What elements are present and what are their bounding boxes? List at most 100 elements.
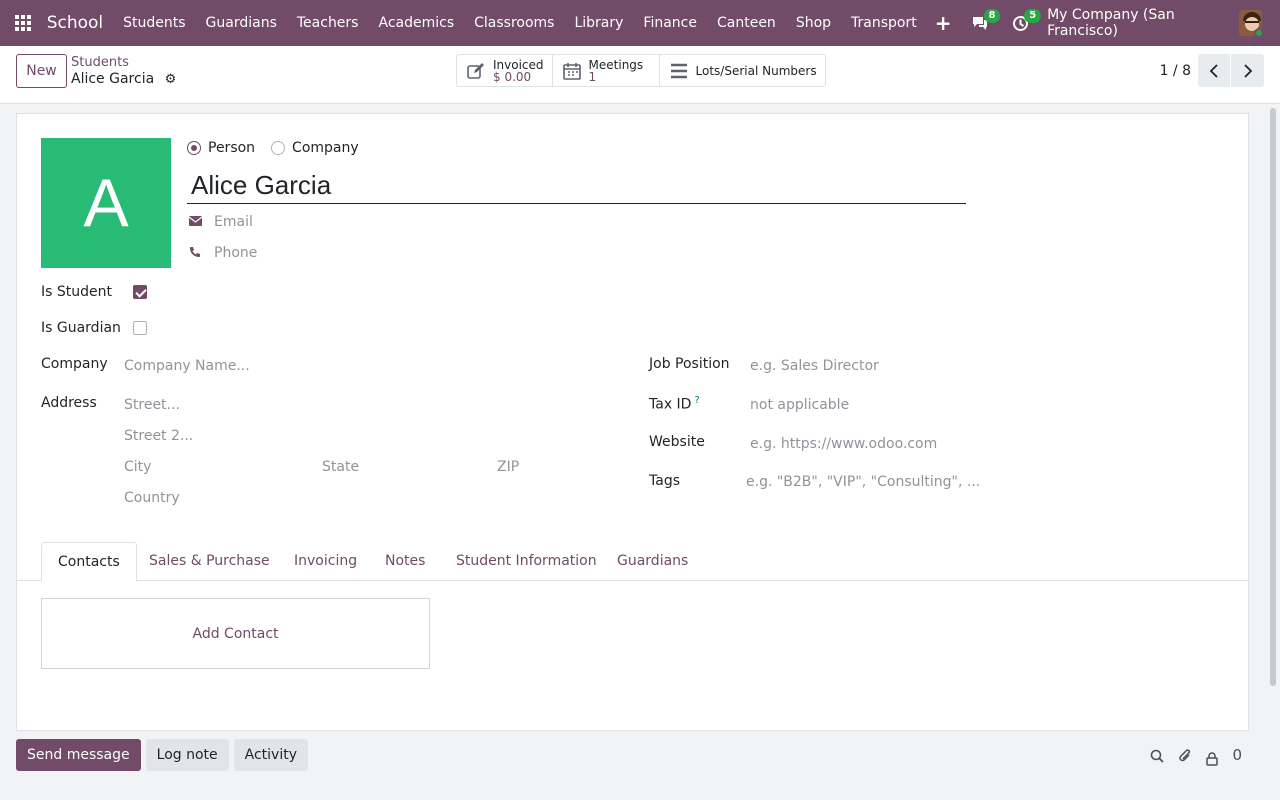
tags-field[interactable]: e.g. "B2B", "VIP", "Consulting", ... xyxy=(746,474,980,490)
messages-icon[interactable]: 8 xyxy=(960,0,1001,46)
gear-icon[interactable]: ⚙ xyxy=(165,72,177,87)
street-field[interactable]: Street... xyxy=(124,397,180,413)
meetings-value: 1 xyxy=(588,69,597,84)
is-guardian-label: Is Guardian xyxy=(41,320,121,336)
website-field[interactable]: e.g. https://www.odoo.com xyxy=(750,436,937,452)
tab-guardians[interactable]: Guardians xyxy=(601,542,704,581)
notebook-tabs: Contacts Sales & Purchase Invoicing Note… xyxy=(17,542,1248,582)
activities-icon[interactable]: 5 xyxy=(1000,0,1042,46)
pager-value[interactable]: 1 / 8 xyxy=(1160,63,1191,79)
followers-button[interactable]: 0 xyxy=(1206,746,1242,770)
new-button[interactable]: New xyxy=(16,54,67,88)
plus-icon[interactable]: + xyxy=(927,11,960,35)
job-position-field[interactable]: e.g. Sales Director xyxy=(750,358,879,374)
company-type-selector: Person Company xyxy=(187,140,375,156)
control-panel: New Students Alice Garcia ⚙ Invoiced $ 0… xyxy=(0,46,1280,104)
city-field[interactable]: City xyxy=(124,459,151,475)
app-brand[interactable]: School xyxy=(47,13,103,33)
invoiced-smart-button[interactable]: Invoiced $ 0.00 xyxy=(457,55,553,86)
lock-icon xyxy=(1206,752,1219,766)
phone-field[interactable]: Phone xyxy=(214,245,257,261)
menu-shop[interactable]: Shop xyxy=(786,0,841,46)
is-student-checkbox[interactable] xyxy=(133,285,147,299)
menu-library[interactable]: Library xyxy=(564,0,633,46)
pencil-square-icon xyxy=(465,60,487,82)
meetings-smart-button[interactable]: Meetings 1 xyxy=(553,55,660,86)
street2-field[interactable]: Street 2... xyxy=(124,428,193,444)
menu-teachers[interactable]: Teachers xyxy=(287,0,369,46)
tab-student-information[interactable]: Student Information xyxy=(440,542,613,581)
name-input[interactable]: Alice Garcia xyxy=(187,166,966,204)
tab-sales-purchase[interactable]: Sales & Purchase xyxy=(133,542,286,581)
lots-label: Lots/Serial Numbers xyxy=(695,63,817,78)
pager-buttons xyxy=(1198,54,1264,87)
person-radio-label[interactable]: Person xyxy=(208,140,255,156)
country-field[interactable]: Country xyxy=(124,490,180,506)
menu-canteen[interactable]: Canteen xyxy=(707,0,786,46)
menu-guardians[interactable]: Guardians xyxy=(196,0,287,46)
menu-academics[interactable]: Academics xyxy=(368,0,464,46)
add-contact-button[interactable]: Add Contact xyxy=(41,598,430,669)
user-avatar[interactable] xyxy=(1238,10,1263,36)
invoiced-label: Invoiced xyxy=(493,57,544,72)
chatter-actions: Send message Log note Activity xyxy=(16,739,313,771)
calendar-icon xyxy=(561,60,583,82)
chevron-right-icon xyxy=(1243,63,1252,78)
activities-badge: 5 xyxy=(1024,9,1042,23)
job-position-label: Job Position xyxy=(649,356,730,372)
company-radio[interactable] xyxy=(271,141,286,155)
tab-notes[interactable]: Notes xyxy=(369,542,441,581)
breadcrumb-current-label: Alice Garcia xyxy=(71,71,155,87)
company-field[interactable]: Company Name... xyxy=(124,358,250,374)
is-student-label: Is Student xyxy=(41,284,112,300)
chevron-left-icon xyxy=(1209,63,1218,78)
menu-transport[interactable]: Transport xyxy=(841,0,927,46)
address-label: Address xyxy=(41,395,97,411)
menu-classrooms[interactable]: Classrooms xyxy=(464,0,564,46)
phone-row: Phone xyxy=(189,245,257,261)
send-message-button[interactable]: Send message xyxy=(16,739,141,771)
list-icon xyxy=(668,60,690,82)
menu-finance[interactable]: Finance xyxy=(633,0,707,46)
search-icon[interactable] xyxy=(1150,749,1165,767)
company-label: Company xyxy=(41,356,108,372)
state-field[interactable]: State xyxy=(322,459,359,475)
followers-count: 0 xyxy=(1232,746,1242,764)
tags-label: Tags xyxy=(649,473,680,489)
smart-buttons: Invoiced $ 0.00 Meetings 1 Lots/Serial N… xyxy=(456,54,826,87)
envelope-icon xyxy=(188,215,205,229)
activity-button[interactable]: Activity xyxy=(233,739,308,771)
invoiced-value: $ 0.00 xyxy=(493,69,532,84)
zip-field[interactable]: ZIP xyxy=(497,459,519,475)
paperclip-icon[interactable] xyxy=(1178,748,1192,768)
pager-next-button[interactable] xyxy=(1231,54,1264,87)
page-scrollbar[interactable] xyxy=(1268,104,1278,800)
person-radio[interactable] xyxy=(187,141,201,155)
email-field[interactable]: Email xyxy=(214,214,253,230)
log-note-button[interactable]: Log note xyxy=(145,739,229,771)
tax-id-field[interactable]: not applicable xyxy=(750,397,849,413)
form-sheet: A Person Company Alice Garcia Email Phon… xyxy=(16,113,1249,731)
tab-invoicing[interactable]: Invoicing xyxy=(278,542,373,581)
top-navbar: School Students Guardians Teachers Acade… xyxy=(0,0,1280,46)
breadcrumb-parent[interactable]: Students xyxy=(71,55,129,70)
tax-id-label-text: Tax ID xyxy=(649,396,692,413)
email-row: Email xyxy=(188,214,253,230)
menu-students[interactable]: Students xyxy=(113,0,195,46)
online-status-icon xyxy=(1254,28,1263,36)
company-switcher[interactable]: My Company (San Francisco) xyxy=(1041,7,1239,39)
pager-previous-button[interactable] xyxy=(1198,54,1231,87)
is-guardian-checkbox[interactable] xyxy=(133,321,147,335)
scrollbar-thumb[interactable] xyxy=(1270,108,1276,686)
lots-smart-button[interactable]: Lots/Serial Numbers xyxy=(660,55,825,86)
help-tooltip-icon[interactable]: ? xyxy=(694,395,699,406)
chatter-topbar-icons: 0 xyxy=(1136,746,1242,770)
company-radio-label[interactable]: Company xyxy=(292,140,359,156)
website-label: Website xyxy=(649,434,705,450)
phone-icon xyxy=(189,246,205,261)
tax-id-label: Tax ID? xyxy=(649,395,700,413)
meetings-label: Meetings xyxy=(588,57,644,72)
tab-contacts[interactable]: Contacts xyxy=(41,542,137,582)
app-menu-icon[interactable] xyxy=(0,0,47,46)
partner-avatar[interactable]: A xyxy=(41,138,171,268)
